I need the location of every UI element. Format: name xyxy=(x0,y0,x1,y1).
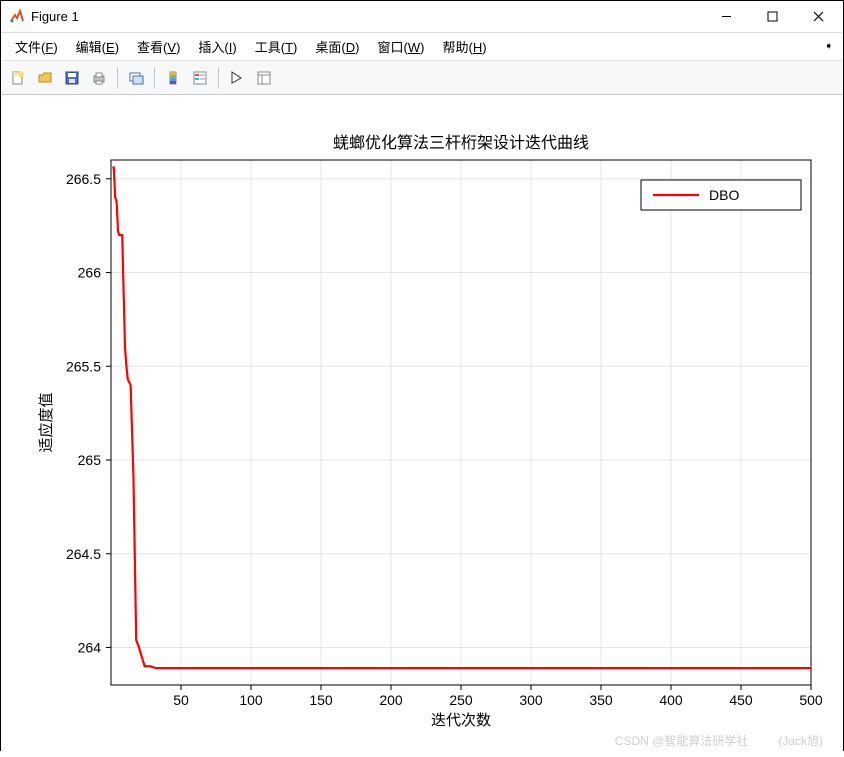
window-title: Figure 1 xyxy=(31,9,79,24)
svg-text:265: 265 xyxy=(78,452,102,468)
svg-text:蜣螂优化算法三杆桁架设计迭代曲线: 蜣螂优化算法三杆桁架设计迭代曲线 xyxy=(333,133,589,152)
svg-text:500: 500 xyxy=(799,692,823,708)
svg-text:250: 250 xyxy=(449,692,473,708)
svg-text:450: 450 xyxy=(729,692,753,708)
menu-insert[interactable]: 插入(I) xyxy=(190,34,244,59)
menu-view[interactable]: 查看(V) xyxy=(129,34,188,59)
link-axes-button[interactable] xyxy=(123,65,149,91)
menu-help[interactable]: 帮助(H) xyxy=(434,34,494,59)
svg-text:400: 400 xyxy=(659,692,683,708)
save-button[interactable] xyxy=(59,65,85,91)
menu-file[interactable]: 文件(F) xyxy=(7,34,66,59)
svg-text:150: 150 xyxy=(309,692,333,708)
open-button[interactable] xyxy=(32,65,58,91)
svg-text:适应度值: 适应度值 xyxy=(37,392,55,452)
print-button[interactable] xyxy=(86,65,112,91)
toolbar-separator xyxy=(117,67,118,89)
menu-tools[interactable]: 工具(T) xyxy=(247,34,306,59)
svg-text:265.5: 265.5 xyxy=(66,358,101,374)
chart-canvas[interactable]: 50 100 150 200 250 300 350 400 450 500 264 264.5 265… xyxy=(1,95,844,752)
matlab-icon xyxy=(9,9,25,25)
insert-legend-button[interactable] xyxy=(187,65,213,91)
watermark: CSDN @智能算法研学社(Jack旭) xyxy=(615,732,823,749)
menu-desktop[interactable]: 桌面(D) xyxy=(307,34,367,59)
insert-colorbar-button[interactable] xyxy=(160,65,186,91)
toolbar-separator xyxy=(218,67,219,89)
svg-text:100: 100 xyxy=(239,692,263,708)
svg-text:DBO: DBO xyxy=(709,187,739,203)
open-property-inspector-button[interactable] xyxy=(251,65,277,91)
menu-bar: 文件(F) 编辑(E) 查看(V) 插入(I) 工具(T) 桌面(D) 窗口(W… xyxy=(1,33,843,61)
svg-text:266: 266 xyxy=(78,265,102,281)
svg-text:266.5: 266.5 xyxy=(66,171,101,187)
minimize-button[interactable] xyxy=(703,2,749,32)
svg-text:迭代次数: 迭代次数 xyxy=(431,712,491,729)
toolbar xyxy=(1,61,843,95)
svg-text:300: 300 xyxy=(519,692,543,708)
maximize-button[interactable] xyxy=(749,2,795,32)
svg-text:264: 264 xyxy=(78,640,102,656)
menu-edit[interactable]: 编辑(E) xyxy=(68,34,127,59)
title-bar: Figure 1 xyxy=(1,1,843,33)
menu-overflow-icon[interactable]: ➧ xyxy=(825,41,837,52)
toolbar-separator xyxy=(154,67,155,89)
new-figure-button[interactable] xyxy=(5,65,31,91)
close-button[interactable] xyxy=(795,2,841,32)
svg-text:264.5: 264.5 xyxy=(66,546,101,562)
edit-plot-button[interactable] xyxy=(224,65,250,91)
svg-text:200: 200 xyxy=(379,692,403,708)
figure-area: 50 100 150 200 250 300 350 400 450 500 264 264.5 265… xyxy=(1,95,843,752)
menu-window[interactable]: 窗口(W) xyxy=(369,34,432,59)
svg-text:50: 50 xyxy=(173,692,189,708)
svg-text:350: 350 xyxy=(589,692,613,708)
